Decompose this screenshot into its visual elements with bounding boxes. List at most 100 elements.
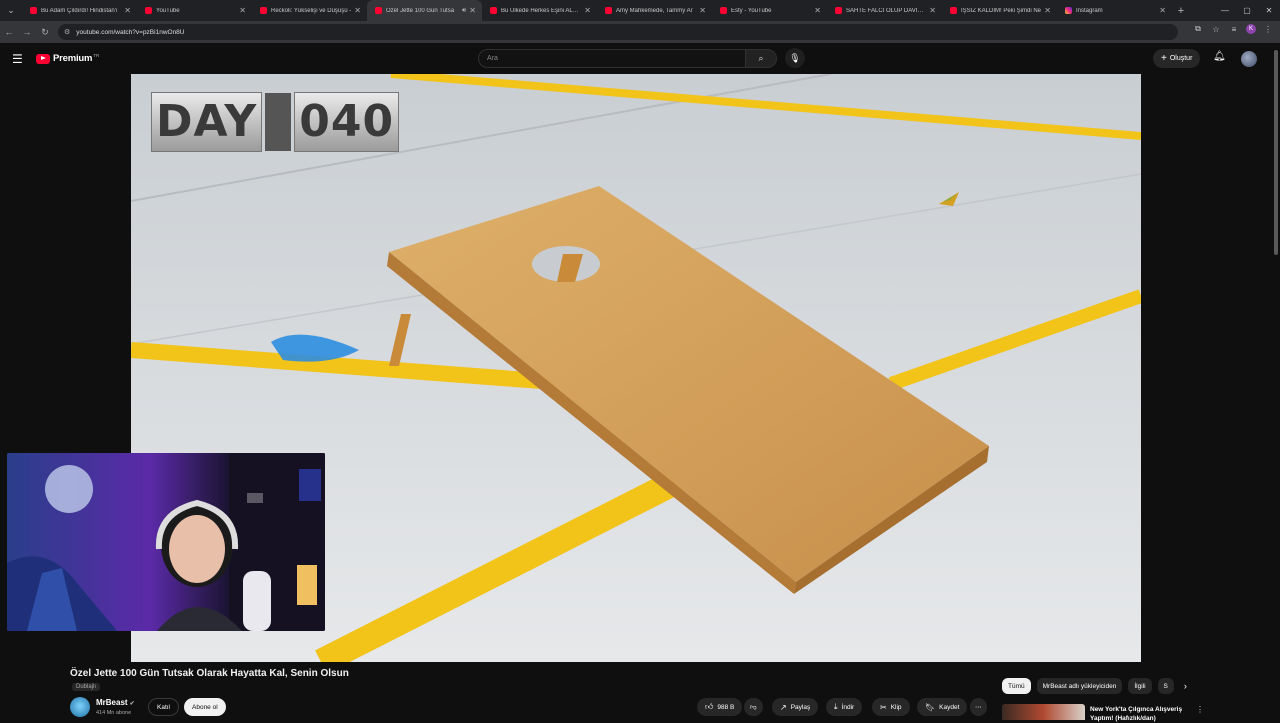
browser-tab[interactable]: Reckoli: Yükselişi ve Düşüşü - ✕ bbox=[252, 0, 367, 21]
download-icon: ⤓ bbox=[834, 702, 838, 711]
webcam-image bbox=[7, 453, 325, 631]
tab-close-icon[interactable]: ✕ bbox=[124, 6, 131, 15]
new-tab-button[interactable]: + bbox=[1172, 5, 1190, 17]
account-avatar[interactable] bbox=[1241, 51, 1257, 67]
browser-tab[interactable]: Bu Adam Çıldırdı! Hindistan'ı ✕ bbox=[22, 0, 137, 21]
youtube-play-icon bbox=[36, 53, 50, 64]
browser-tab[interactable]: İŞSİZ KALDIM! Peki Şimdi Ne ✕ bbox=[942, 0, 1057, 21]
tab-close-icon[interactable]: ✕ bbox=[354, 6, 361, 15]
tab-label: YouTube bbox=[156, 7, 180, 14]
youtube-icon bbox=[720, 7, 727, 14]
tab-search-icon[interactable]: ⌄ bbox=[0, 0, 22, 21]
recommendation-thumbnail[interactable] bbox=[1002, 704, 1085, 720]
close-window-icon[interactable]: ✕ bbox=[1258, 0, 1280, 21]
tab-label: Esty - YouTube bbox=[731, 7, 772, 14]
reload-icon[interactable]: ↻ bbox=[36, 27, 54, 38]
tab-list: Bu Adam Çıldırdı! Hindistan'ı ✕ YouTube ✕ Re… bbox=[22, 0, 1172, 21]
browser-tab[interactable]: SAHTE FALCI OLUP DAVILAR ✕ bbox=[827, 0, 942, 21]
logo-text: Premium bbox=[53, 53, 93, 64]
chip-more[interactable]: S bbox=[1157, 678, 1174, 694]
download-button[interactable]: ⤓ İndir bbox=[826, 698, 863, 716]
extensions-icon[interactable]: ≡ bbox=[1228, 25, 1240, 34]
more-actions-button[interactable]: ⋯ bbox=[970, 698, 987, 716]
tab-close-icon[interactable]: ✕ bbox=[239, 6, 246, 15]
tab-label: Amy Mahkemede, Tammy Ar bbox=[616, 7, 693, 14]
notifications-bell-icon[interactable]: 🔔︎ bbox=[1213, 51, 1226, 62]
create-label: Oluştur bbox=[1169, 55, 1193, 62]
recommendation-menu-icon[interactable]: ⋮ bbox=[1196, 705, 1204, 714]
clip-button[interactable]: ✂ Klip bbox=[872, 698, 910, 716]
tab-close-icon[interactable]: ✕ bbox=[1044, 6, 1051, 15]
youtube-icon bbox=[145, 7, 152, 14]
chip-all[interactable]: Tümü bbox=[1002, 678, 1031, 694]
save-label: Kaydet bbox=[939, 703, 960, 711]
youtube-logo[interactable]: Premium TR bbox=[36, 53, 99, 64]
browser-tab[interactable]: Bu Ülkede Herkes Eşini ALDAT ✕ bbox=[482, 0, 597, 21]
save-button[interactable]: 🔖︎ Kaydet bbox=[917, 698, 968, 716]
back-icon[interactable]: ← bbox=[0, 27, 18, 37]
tab-label: Bu Ülkede Herkes Eşini ALDAT bbox=[501, 7, 582, 14]
install-app-icon[interactable]: ⧉ bbox=[1192, 24, 1204, 34]
instagram-icon bbox=[1065, 7, 1072, 14]
share-button[interactable]: ↗ Paylaş bbox=[772, 698, 819, 716]
window-controls: — ▢ ✕ bbox=[1214, 0, 1280, 21]
related-filter-chips: Tümü MrBeast adlı yükleyiciden İlgili S … bbox=[1002, 678, 1187, 694]
tab-close-icon[interactable]: ✕ bbox=[469, 6, 476, 15]
browser-tab[interactable]: Amy Mahkemede, Tammy Ar ✕ bbox=[597, 0, 712, 21]
thumbs-down-icon: 👎︎ bbox=[750, 704, 757, 711]
subscribe-button[interactable]: Abone ol bbox=[184, 698, 226, 716]
menu-icon[interactable]: ☰ bbox=[12, 52, 23, 66]
search-input[interactable]: Ara bbox=[478, 49, 746, 68]
voice-search-button[interactable]: 🎙 bbox=[785, 48, 805, 68]
browser-tab[interactable]: Özel Jette 100 Gün Tutsa 🔊︎ ✕ bbox=[367, 0, 482, 21]
url-text: youtube.com/watch?v=pzBi1nwOn8U bbox=[76, 28, 185, 36]
microphone-icon: 🎙 bbox=[789, 52, 801, 63]
youtube-icon bbox=[835, 7, 842, 14]
tab-audio-icon[interactable]: 🔊︎ bbox=[462, 7, 466, 15]
search-button[interactable]: ⌕ bbox=[745, 49, 777, 68]
browser-tab[interactable]: Esty - YouTube ✕ bbox=[712, 0, 827, 21]
browser-tab[interactable]: Instagram ✕ bbox=[1057, 0, 1172, 21]
page-scrollbar[interactable] bbox=[1274, 50, 1278, 255]
youtube-icon bbox=[490, 7, 497, 14]
tab-close-icon[interactable]: ✕ bbox=[814, 6, 821, 15]
channel-name-text: MrBeast bbox=[96, 698, 128, 707]
bookmark-star-icon[interactable]: ☆ bbox=[1210, 25, 1222, 34]
tab-label: SAHTE FALCI OLUP DAVILAR bbox=[846, 7, 927, 14]
dislike-button[interactable]: 👎︎ bbox=[744, 698, 763, 716]
tab-close-icon[interactable]: ✕ bbox=[584, 6, 591, 15]
day-word: DAY bbox=[151, 92, 263, 152]
browser-tab[interactable]: YouTube ✕ bbox=[137, 0, 252, 21]
chevron-right-icon[interactable]: › bbox=[1184, 681, 1187, 691]
tab-close-icon[interactable]: ✕ bbox=[699, 6, 706, 15]
youtube-icon bbox=[375, 7, 382, 14]
maximize-icon[interactable]: ▢ bbox=[1236, 0, 1258, 21]
minimize-icon[interactable]: — bbox=[1214, 0, 1236, 21]
recommendation-title[interactable]: New York'ta Çılgınca Alışveriş Yaptım! (… bbox=[1090, 705, 1190, 723]
scissors-icon: ✂ bbox=[880, 702, 887, 712]
like-button[interactable]: 👍︎ 988 B bbox=[697, 698, 743, 716]
tab-label: İŞSİZ KALDIM! Peki Şimdi Ne bbox=[961, 7, 1042, 14]
webcam-overlay bbox=[7, 453, 325, 631]
thumbs-up-icon: 👍︎ bbox=[705, 702, 714, 711]
browser-tab-strip: ⌄ Bu Adam Çıldırdı! Hindistan'ı ✕ YouTube ✕… bbox=[0, 0, 1280, 21]
youtube-icon bbox=[605, 7, 612, 14]
browser-menu-icon[interactable]: ⋮ bbox=[1262, 25, 1274, 34]
browser-toolbar: ← → ↻ ⚙ youtube.com/watch?v=pzBi1nwOn8U … bbox=[0, 21, 1280, 43]
tab-close-icon[interactable]: ✕ bbox=[1159, 6, 1166, 15]
chip-from-uploader[interactable]: MrBeast adlı yükleyiciden bbox=[1036, 678, 1123, 694]
profile-avatar[interactable]: K bbox=[1246, 24, 1256, 34]
youtube-icon bbox=[260, 7, 267, 14]
site-info-icon[interactable]: ⚙ bbox=[64, 28, 70, 36]
search-icon: ⌕ bbox=[758, 53, 764, 63]
address-bar[interactable]: ⚙ youtube.com/watch?v=pzBi1nwOn8U bbox=[58, 24, 1178, 40]
join-button[interactable]: Katıl bbox=[148, 698, 180, 716]
create-button[interactable]: + Oluştur bbox=[1153, 49, 1201, 68]
forward-icon[interactable]: → bbox=[18, 27, 36, 37]
channel-name[interactable]: MrBeast ✔ bbox=[96, 698, 135, 707]
tab-label: Instagram bbox=[1076, 7, 1103, 14]
like-count: 988 B bbox=[717, 703, 735, 711]
chip-related[interactable]: İlgili bbox=[1128, 678, 1152, 694]
channel-avatar[interactable] bbox=[70, 697, 90, 717]
tab-close-icon[interactable]: ✕ bbox=[929, 6, 936, 15]
